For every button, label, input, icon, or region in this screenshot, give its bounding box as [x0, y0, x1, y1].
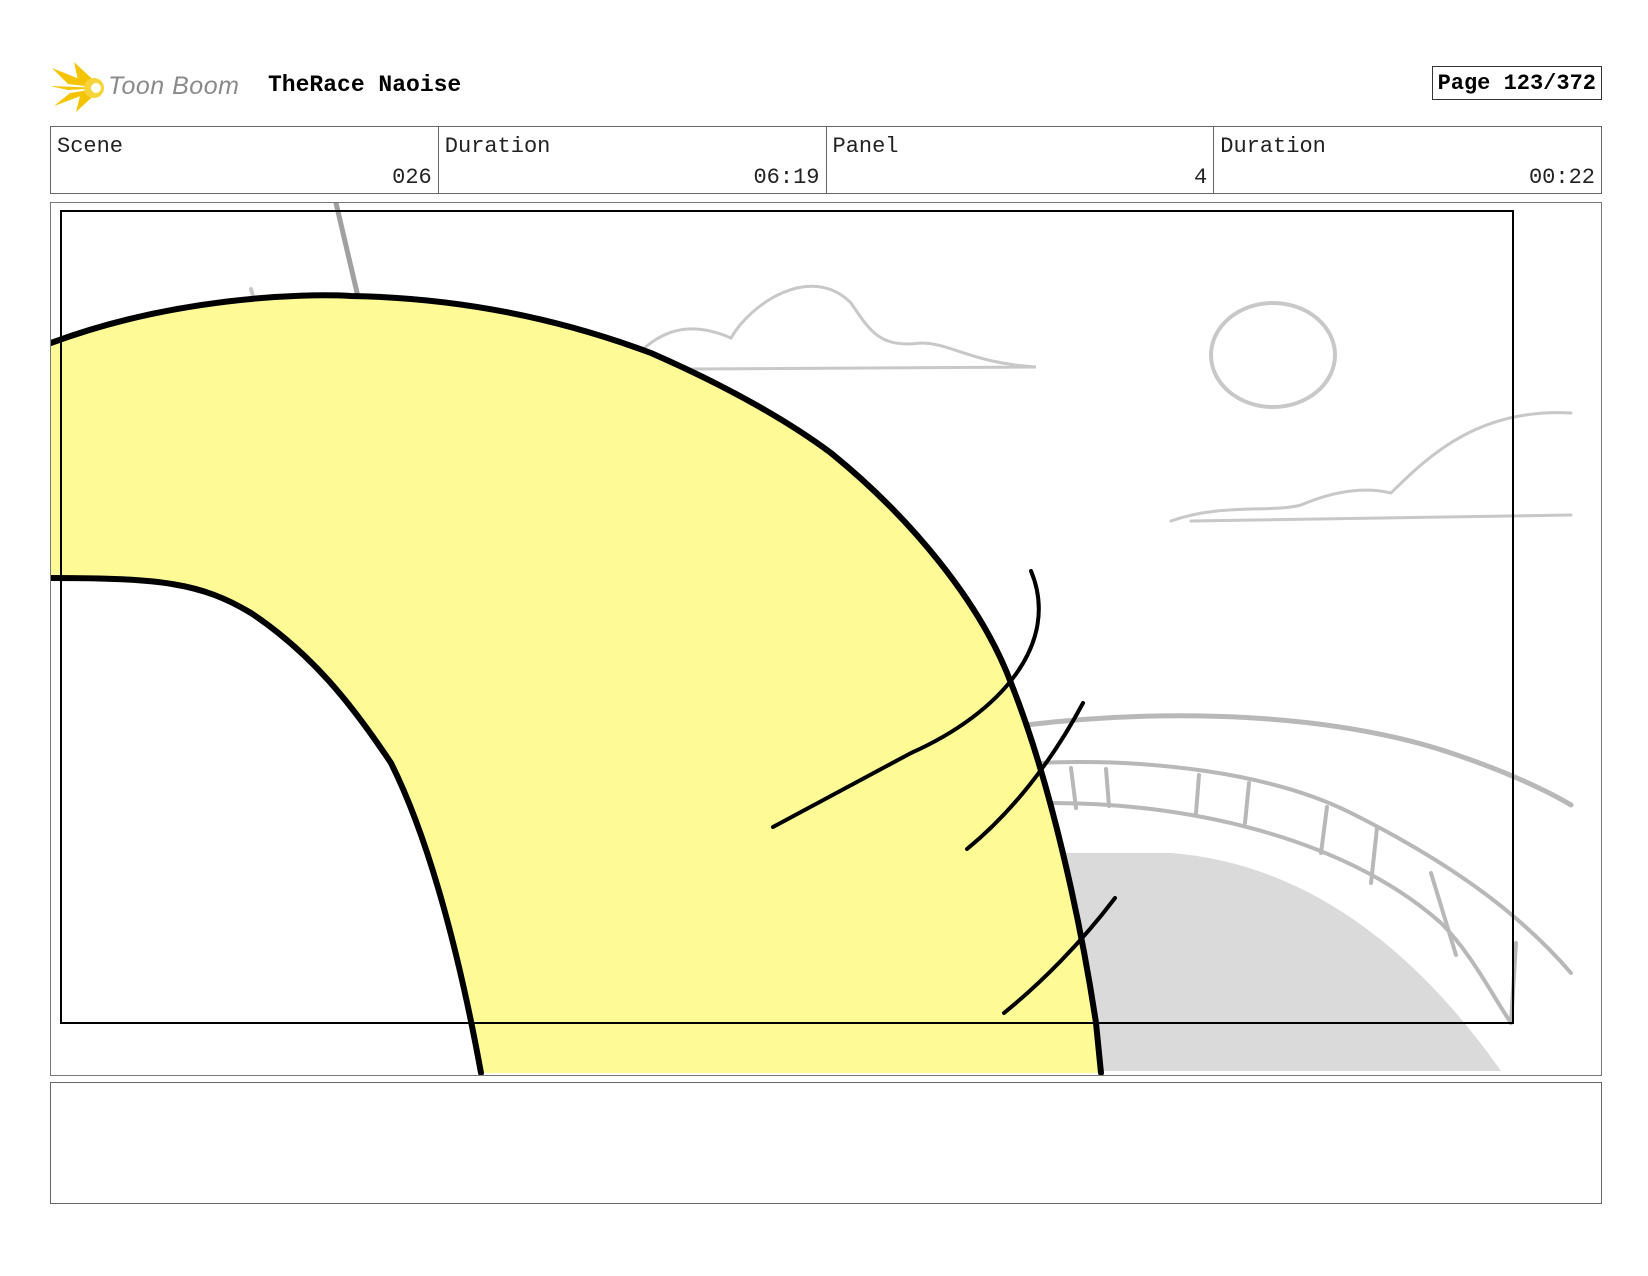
panel-label: Panel — [832, 134, 899, 159]
foreground-shape-fill — [51, 295, 1101, 1074]
logo-text: Toon Boom — [108, 72, 240, 100]
railing-post — [1429, 871, 1458, 957]
toon-boom-logo: Toon Boom — [50, 62, 250, 112]
panel-info-row: Scene 026 Duration 06:19 Panel 4 Duratio… — [50, 126, 1602, 194]
scene-label: Scene — [57, 134, 124, 159]
project-title: TheRace Naoise — [268, 72, 462, 98]
panel-duration-label: Duration — [1220, 134, 1326, 159]
sun-circle — [1209, 301, 1337, 409]
starburst-logo-icon — [50, 62, 104, 112]
scene-cell: Scene 026 — [51, 127, 439, 193]
railing-post — [1194, 773, 1201, 815]
storyboard-panel — [50, 202, 1602, 1076]
notes-box — [50, 1082, 1602, 1204]
railing-post — [1104, 767, 1111, 808]
panel-cell: Panel 4 — [827, 127, 1215, 193]
scene-duration-cell: Duration 06:19 — [439, 127, 827, 193]
cloud-left — [639, 284, 1037, 371]
scene-duration-value: 06:19 — [753, 165, 820, 190]
panel-value: 4 — [1194, 165, 1208, 190]
mast-line — [333, 203, 362, 304]
page-number: Page 123/372 — [1431, 66, 1602, 100]
page-header: Toon Boom TheRace Naoise Page 123/372 — [50, 58, 1602, 114]
railing-post — [1243, 781, 1251, 825]
panel-duration-cell: Duration 00:22 — [1214, 127, 1601, 193]
railing-post — [1319, 805, 1329, 855]
panel-drawing — [51, 203, 1574, 1075]
cloud-right — [1169, 411, 1573, 523]
panel-duration-value: 00:22 — [1528, 165, 1595, 190]
scene-value: 026 — [392, 165, 432, 190]
scene-duration-label: Duration — [444, 134, 551, 159]
